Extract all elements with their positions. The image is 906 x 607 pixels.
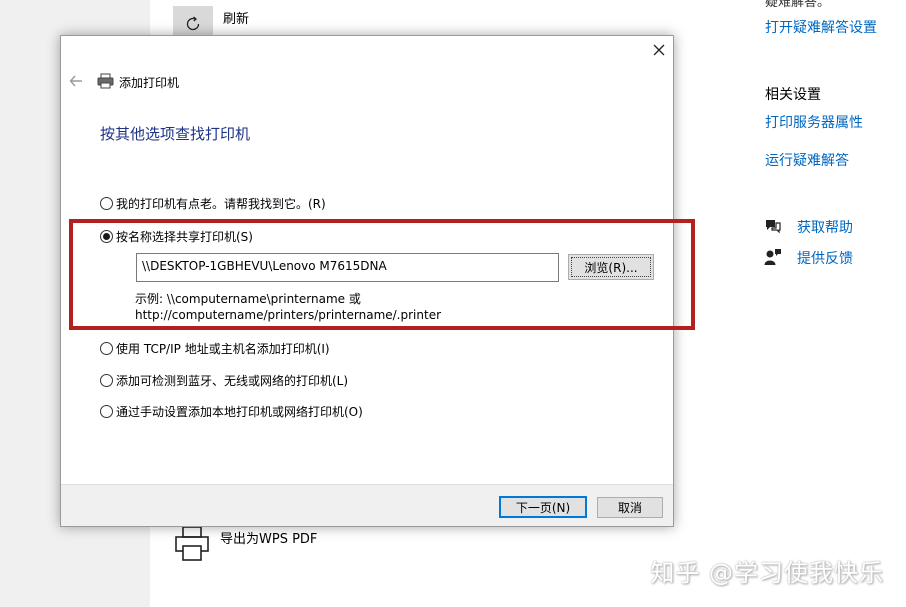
feedback-person-icon <box>764 249 781 265</box>
option-label: 添加可检测到蓝牙、无线或网络的打印机(L) <box>116 374 349 388</box>
feedback-link[interactable]: 提供反馈 <box>797 248 853 268</box>
option-tcpip[interactable]: 使用 TCP/IP 地址或主机名添加打印机(I) <box>100 340 330 357</box>
example-text-line2: http://computername/printers/printername… <box>135 308 442 322</box>
refresh-label[interactable]: 刷新 <box>223 8 249 27</box>
troubleshoot-settings-link[interactable]: 打开疑难解答设置 <box>765 17 877 37</box>
shared-printer-name-input[interactable]: \\DESKTOP-1GBHEVU\Lenovo M7615DNA <box>136 253 559 282</box>
sidebar-cut-text: 疑难解答。 <box>765 0 831 10</box>
next-button[interactable]: 下一页(N) <box>499 496 587 518</box>
radio-button-selected[interactable] <box>100 230 113 243</box>
related-settings-heading: 相关设置 <box>765 87 821 103</box>
option-label: 我的打印机有点老。请帮我找到它。(R) <box>116 197 326 211</box>
watermark: 知乎 @学习使我快乐 <box>650 559 884 587</box>
printer-icon[interactable] <box>173 524 211 564</box>
option-manual-local-network[interactable]: 通过手动设置添加本地打印机或网络打印机(O) <box>100 403 363 420</box>
back-arrow-icon[interactable] <box>69 74 83 88</box>
option-label: 按名称选择共享打印机(S) <box>116 230 253 244</box>
option-shared-printer-by-name[interactable]: 按名称选择共享打印机(S) <box>100 228 253 245</box>
browse-button[interactable]: 浏览(R)... <box>568 254 654 280</box>
dialog-title: 添加打印机 <box>119 76 180 90</box>
print-server-properties-link[interactable]: 打印服务器属性 <box>765 112 863 132</box>
dialog-heading: 按其他选项查找打印机 <box>100 125 251 143</box>
option-bluetooth-wireless-network[interactable]: 添加可检测到蓝牙、无线或网络的打印机(L) <box>100 372 348 389</box>
add-printer-dialog: 添加打印机 按其他选项查找打印机 我的打印机有点老。请帮我找到它。(R) 按名称… <box>60 35 674 527</box>
dialog-footer: 下一页(N) 取消 <box>61 484 673 526</box>
radio-button[interactable] <box>100 342 113 355</box>
radio-button[interactable] <box>100 197 113 210</box>
printer-icon <box>97 73 114 89</box>
option-label: 使用 TCP/IP 地址或主机名添加打印机(I) <box>116 342 330 356</box>
close-icon[interactable] <box>651 42 667 58</box>
option-old-printer[interactable]: 我的打印机有点老。请帮我找到它。(R) <box>100 195 326 212</box>
export-wps-pdf-label[interactable]: 导出为WPS PDF <box>220 528 317 547</box>
radio-button[interactable] <box>100 374 113 387</box>
run-troubleshooter-link[interactable]: 运行疑难解答 <box>765 150 849 170</box>
example-text-line1: 示例: \\computername\printername 或 <box>135 292 361 306</box>
option-label: 通过手动设置添加本地打印机或网络打印机(O) <box>116 405 363 419</box>
help-chat-icon <box>766 220 781 234</box>
get-help-link[interactable]: 获取帮助 <box>797 217 853 237</box>
cancel-button[interactable]: 取消 <box>597 497 663 518</box>
refresh-icon <box>186 16 200 31</box>
radio-button[interactable] <box>100 405 113 418</box>
